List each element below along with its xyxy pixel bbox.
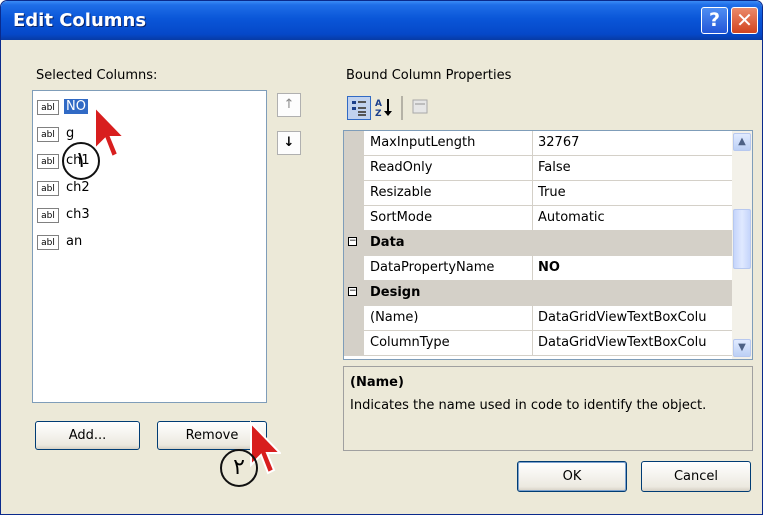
scroll-thumb[interactable] [733,209,751,269]
step-2-marker: ٢ [220,449,258,487]
property-value[interactable]: DataGridViewTextBoxColu [538,310,707,325]
property-row[interactable]: ColumnType DataGridViewTextBoxColu [344,331,732,356]
category-row-design[interactable]: − Design [344,281,732,306]
property-name: MaxInputLength [370,135,476,150]
bound-column-properties-label: Bound Column Properties [346,68,512,83]
toolbar-separator [401,96,403,120]
description-text: Indicates the name used in code to ident… [350,398,707,413]
cancel-button[interactable]: Cancel [641,461,751,492]
property-name: ColumnType [370,335,450,350]
scroll-up-icon[interactable]: ▲ [733,133,751,151]
step-1-marker: ١ [62,142,100,180]
property-row[interactable]: DataPropertyName NO [344,256,732,281]
edit-columns-dialog: Edit Columns ? ✕ Selected Columns: abl N… [0,0,763,515]
description-panel: (Name) Indicates the name used in code t… [343,366,753,451]
column-name: ch3 [66,207,90,222]
ok-button[interactable]: OK [517,461,627,492]
column-divider [532,306,533,331]
move-up-button[interactable]: ↑ [277,93,301,117]
column-divider [532,206,533,231]
window-title: Edit Columns [13,10,147,31]
sort-alphabetical-icon[interactable]: A Z [373,96,397,120]
property-name: (Name) [370,310,419,325]
scroll-down-icon[interactable]: ▼ [733,339,751,357]
column-divider [532,131,533,156]
property-row[interactable]: Resizable True [344,181,732,206]
categorized-icon[interactable] [347,96,371,120]
add-button[interactable]: Add... [35,421,140,450]
property-pages-icon[interactable] [409,96,433,120]
svg-text:Z: Z [375,109,382,118]
textbox-column-icon: abl [37,208,59,223]
property-name: ReadOnly [370,160,433,175]
property-value[interactable]: DataGridViewTextBoxColu [538,335,707,350]
column-name: an [66,234,83,249]
property-value[interactable]: True [538,185,566,200]
selected-columns-list[interactable]: abl NO abl g abl ch1 abl ch2 abl ch3 abl… [32,90,267,403]
textbox-column-icon: abl [37,154,59,169]
row-margin [344,256,364,281]
property-grid[interactable]: MaxInputLength 32767 ReadOnly False Resi… [343,130,753,360]
column-name: g [66,126,75,141]
help-icon[interactable]: ? [701,7,728,34]
textbox-column-icon: abl [37,235,59,250]
row-margin [344,306,364,331]
collapse-icon[interactable]: − [348,237,357,246]
property-value[interactable]: 32767 [538,135,579,150]
close-icon[interactable]: ✕ [731,7,758,34]
column-divider [532,181,533,206]
row-margin [344,206,364,231]
textbox-column-icon: abl [37,127,59,142]
property-value[interactable]: False [538,160,571,175]
property-value[interactable]: NO [538,260,560,275]
property-name: Resizable [370,185,432,200]
row-margin [344,331,364,356]
property-row[interactable]: MaxInputLength 32767 [344,131,732,156]
title-bar[interactable]: Edit Columns ? ✕ [1,1,762,40]
collapse-icon[interactable]: − [348,287,357,296]
property-grid-scrollbar[interactable]: ▲ ▼ [732,131,752,359]
property-row[interactable]: SortMode Automatic [344,206,732,231]
column-divider [532,256,533,281]
row-margin [344,156,364,181]
property-row[interactable]: ReadOnly False [344,156,732,181]
property-row[interactable]: (Name) DataGridViewTextBoxColu [344,306,732,331]
selected-columns-label: Selected Columns: [36,68,158,83]
column-divider [532,156,533,181]
column-name: NO [64,99,88,114]
description-title: (Name) [350,375,404,390]
row-margin [344,131,364,156]
move-down-button[interactable]: ↓ [277,131,301,155]
category-row-data[interactable]: − Data [344,231,732,256]
row-margin [344,181,364,206]
textbox-column-icon: abl [37,100,59,115]
category-name: Design [370,285,421,300]
textbox-column-icon: abl [37,181,59,196]
column-name: ch2 [66,180,90,195]
property-name: SortMode [370,210,433,225]
column-divider [532,331,533,356]
property-value[interactable]: Automatic [538,210,605,225]
category-name: Data [370,235,405,250]
property-name: DataPropertyName [370,260,495,275]
svg-text:A: A [375,99,382,109]
